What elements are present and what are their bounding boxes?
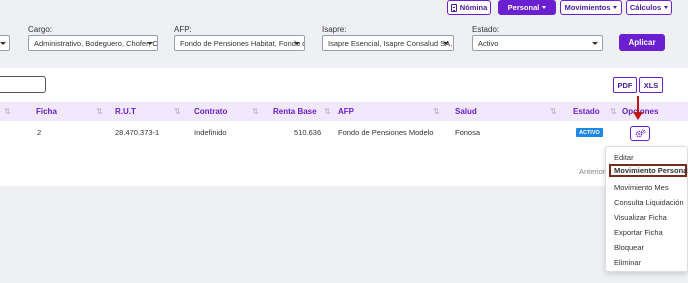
estado-select[interactable]: Activo	[472, 35, 603, 51]
estado-value: Activo	[478, 38, 499, 48]
isapre-value: Isapre Esencial, Isapre Consalud SA, I	[328, 38, 454, 48]
nomina-label: Nómina	[459, 3, 488, 12]
chevron-down-icon	[592, 42, 598, 45]
cell-rut: 28.470.373-1	[115, 128, 160, 137]
chevron-down-icon	[147, 42, 153, 45]
cell-afp: Fondo de Pensiones Modelo	[338, 128, 434, 137]
menu-item-movimiento-mes[interactable]: Movimiento Mes	[614, 183, 669, 192]
menu-item-consulta-liquidacion[interactable]: Consulta Liquidación	[614, 198, 684, 207]
afp-select[interactable]: Fondo de Pensiones Habitat, Fondo de	[174, 35, 305, 51]
row-options-menu: Editar Movimiento Personal Movimiento Me…	[605, 146, 688, 272]
previous-filter-select[interactable]	[0, 35, 10, 51]
chevron-down-icon	[664, 6, 669, 9]
menu-item-exportar-ficha[interactable]: Exportar Ficha	[614, 228, 663, 237]
annotation-arrow-head	[633, 112, 643, 120]
column-estado[interactable]: Estado	[573, 107, 600, 116]
status-badge: ACTIVO	[576, 128, 603, 137]
sort-arrows-icon[interactable]: ⇅	[252, 107, 259, 116]
sort-arrows-icon[interactable]: ⇅	[4, 107, 11, 116]
menu-item-movimiento-personal[interactable]: Movimiento Personal	[609, 164, 688, 177]
pdf-button[interactable]: PDF	[613, 77, 637, 93]
column-renta-base[interactable]: Renta Base	[273, 107, 317, 116]
personal-label: Personal	[507, 3, 540, 12]
apply-button[interactable]: Aplicar	[619, 34, 665, 51]
document-icon	[450, 3, 457, 12]
chevron-down-icon	[294, 42, 300, 45]
movimientos-label: Movimientos	[564, 3, 611, 12]
gears-icon	[635, 129, 646, 138]
chevron-down-icon	[0, 42, 6, 45]
menu-item-bloquear[interactable]: Bloquear	[614, 243, 644, 252]
menu-item-visualizar-ficha[interactable]: Visualizar Ficha	[614, 213, 667, 222]
menu-item-editar[interactable]: Editar	[614, 153, 634, 162]
chevron-down-icon	[542, 6, 547, 9]
nomina-button[interactable]: Nómina	[447, 0, 491, 15]
pagination-previous[interactable]: Anterior	[579, 167, 605, 176]
cargo-label: Cargo:	[28, 25, 53, 34]
cargo-select[interactable]: Administrativo, Bodeguero, Chofer, Co	[28, 35, 158, 51]
movimientos-button[interactable]: Movimientos	[560, 0, 622, 15]
column-ficha[interactable]: Ficha	[36, 107, 57, 116]
table-header: ⇅ Ficha ⇅ R.U.T ⇅ Contrato ⇅ Renta Base …	[0, 102, 688, 121]
sort-arrows-icon[interactable]: ⇅	[550, 107, 557, 116]
column-salud[interactable]: Salud	[455, 107, 477, 116]
column-afp[interactable]: AFP	[338, 107, 354, 116]
chevron-down-icon	[443, 42, 449, 45]
isapre-label: Isapre:	[322, 25, 347, 34]
search-input[interactable]	[0, 76, 46, 93]
afp-value: Fondo de Pensiones Habitat, Fondo de	[180, 38, 305, 48]
sort-arrows-icon[interactable]: ⇅	[610, 107, 617, 116]
row-options-button[interactable]	[630, 126, 650, 141]
column-rut[interactable]: R.U.T	[115, 107, 136, 116]
employee-table-card: PDF XLS ⇅ Ficha ⇅ R.U.T ⇅ Contrato ⇅ Ren…	[0, 68, 688, 186]
personal-button[interactable]: Personal	[498, 0, 556, 15]
menu-item-eliminar[interactable]: Eliminar	[614, 258, 641, 267]
column-contrato[interactable]: Contrato	[194, 107, 227, 116]
afp-label: AFP:	[174, 25, 192, 34]
chevron-down-icon	[613, 6, 618, 9]
xls-button[interactable]: XLS	[639, 77, 663, 93]
estado-label: Estado:	[472, 25, 500, 34]
cell-ficha: 2	[37, 128, 42, 137]
cargo-value: Administrativo, Bodeguero, Chofer, Co	[34, 38, 158, 48]
cell-contrato: Indefinido	[194, 128, 227, 137]
sort-arrows-icon[interactable]: ⇅	[324, 107, 331, 116]
cell-renta-base: 510.636	[294, 128, 322, 137]
calculos-label: Cálculos	[629, 3, 662, 12]
sort-arrows-icon[interactable]: ⇅	[433, 107, 440, 116]
calculos-button[interactable]: Cálculos	[626, 0, 672, 15]
isapre-select[interactable]: Isapre Esencial, Isapre Consalud SA, I	[322, 35, 454, 51]
sort-arrows-icon[interactable]: ⇅	[96, 107, 103, 116]
sort-arrows-icon[interactable]: ⇅	[174, 107, 181, 116]
cell-salud: Fonosa	[455, 128, 481, 137]
